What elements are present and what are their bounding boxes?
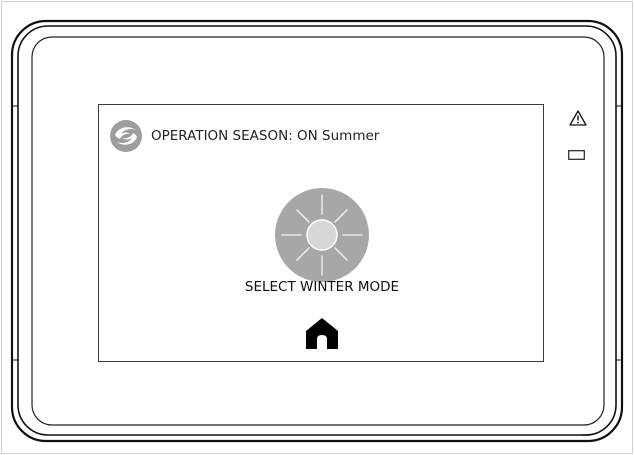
- season-header: OPERATION SEASON: ON Summer: [109, 119, 379, 153]
- refresh-swirl-logo-icon: [110, 120, 142, 152]
- thermostat-device: OPERATION SEASON: ON Summer SELECT WINTE…: [0, 0, 634, 455]
- warning-triangle-icon: [569, 110, 587, 126]
- home-icon: [306, 318, 338, 349]
- sun-icon: [275, 188, 369, 282]
- sun-mode-button[interactable]: [274, 187, 370, 283]
- operation-season-text: OPERATION SEASON: ON Summer: [151, 128, 380, 144]
- display-screen: OPERATION SEASON: ON Summer SELECT WINTE…: [98, 104, 544, 362]
- status-led-icon: [568, 150, 585, 160]
- select-winter-mode-label[interactable]: SELECT WINTER MODE: [99, 279, 545, 295]
- home-button[interactable]: [304, 316, 340, 352]
